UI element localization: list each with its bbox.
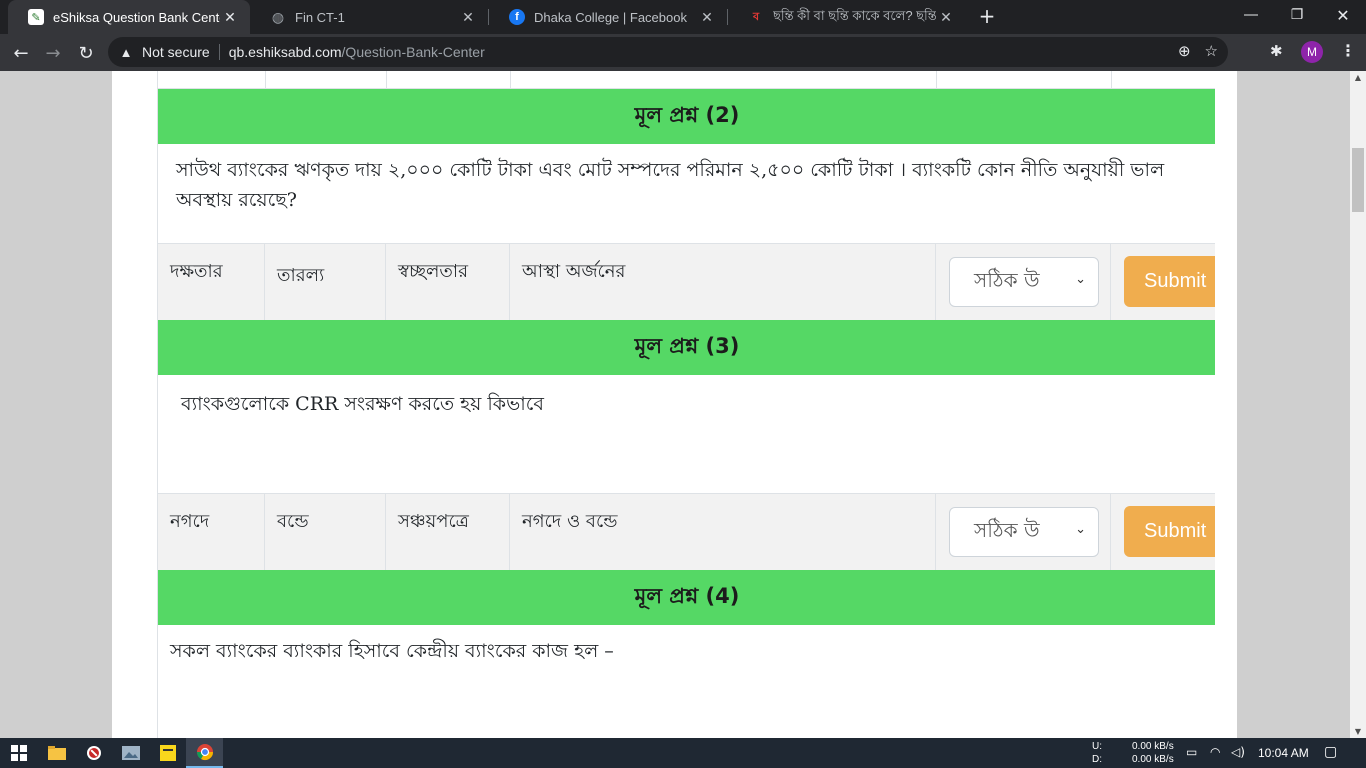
photos-icon[interactable] xyxy=(112,738,149,768)
zoom-icon[interactable]: ⊕ xyxy=(1178,42,1191,60)
option-cell[interactable]: আস্থা অর্জনের xyxy=(510,244,936,320)
minimize-button[interactable]: ― xyxy=(1228,0,1274,30)
answer-select[interactable]: সঠিক উ ⌄ xyxy=(949,507,1099,557)
notification-icon[interactable]: ▢ xyxy=(1324,744,1337,760)
menu-icon[interactable]: ⋮ xyxy=(1340,41,1356,60)
tab-article[interactable]: ব ছন্তি কী বা ছন্তি কাকে বলে? ছন্তির ✕ xyxy=(728,0,966,34)
network-speed-values: 0.00 kB/s 0.00 kB/s xyxy=(1132,740,1174,766)
vertical-scrollbar[interactable]: ▲ ▼ xyxy=(1350,71,1366,738)
tab-strip: ✎ eShiksa Question Bank Center ✕ ◍ Fin C… xyxy=(0,0,1366,34)
extensions-icon[interactable]: ✱ xyxy=(1270,42,1283,60)
browser-toolbar: ← → ↻ ▲ Not secure qb.eshiksabd.com /Que… xyxy=(0,34,1366,71)
chrome-icon[interactable] xyxy=(186,738,223,768)
question-heading: মূল প্রশ্ন (4) xyxy=(158,570,1215,625)
globe-icon: ◍ xyxy=(271,8,285,25)
tab-eshiksa[interactable]: ✎ eShiksa Question Bank Center ✕ xyxy=(8,0,250,34)
back-button[interactable]: ← xyxy=(8,40,34,66)
windows-taskbar: U: D: 0.00 kB/s 0.00 kB/s ▭ ◠ ◁) 10:04 A… xyxy=(0,738,1366,768)
sticky-notes-icon[interactable] xyxy=(149,738,186,768)
warning-icon[interactable]: ▲ xyxy=(118,44,134,60)
option-cell[interactable]: তারল্য xyxy=(265,244,386,320)
reload-button[interactable]: ↻ xyxy=(73,40,99,66)
net-up-value: 0.00 kB/s xyxy=(1132,741,1174,752)
file-explorer-icon[interactable] xyxy=(38,738,75,768)
question-heading: মূল প্রশ্ন (2) xyxy=(158,89,1215,144)
question-heading: মূল প্রশ্ন (3) xyxy=(158,320,1215,375)
restore-button[interactable]: ❐ xyxy=(1274,0,1320,30)
answer-select-value: সঠিক উ xyxy=(974,517,1040,542)
previous-row-remnant xyxy=(158,71,1215,89)
eshiksa-icon: ✎ xyxy=(28,9,44,25)
close-icon[interactable]: ✕ xyxy=(697,9,717,26)
app-icon[interactable] xyxy=(75,738,112,768)
page-viewport: মূল প্রশ্ন (2) সাউথ ব্যাংকের ঋণকৃত দায় … xyxy=(0,71,1350,738)
net-up-label: U: xyxy=(1092,741,1102,752)
answer-select[interactable]: সঠিক উ ⌄ xyxy=(949,257,1099,307)
facebook-icon: f xyxy=(509,9,525,25)
close-icon[interactable]: ✕ xyxy=(220,9,240,26)
option-cell[interactable]: বন্ডে xyxy=(265,494,386,570)
answer-select-value: সঠিক উ xyxy=(974,267,1040,292)
scrollbar-thumb[interactable] xyxy=(1352,148,1364,212)
profile-avatar[interactable]: M xyxy=(1301,41,1323,63)
tab-dhaka-college[interactable]: f Dhaka College | Facebook ✕ xyxy=(489,0,727,34)
question-table: মূল প্রশ্ন (2) সাউথ ব্যাংকের ঋণকৃত দায় … xyxy=(157,71,1215,738)
wifi-icon[interactable]: ◠ xyxy=(1210,745,1220,759)
scroll-up-arrow-icon[interactable]: ▲ xyxy=(1350,73,1366,82)
site-icon: ব xyxy=(752,10,760,23)
option-cell[interactable]: নগদে ও বন্ডে xyxy=(510,494,936,570)
taskbar-clock[interactable]: 10:04 AM xyxy=(1258,746,1309,760)
bookmark-star-icon[interactable]: ☆ xyxy=(1205,42,1218,60)
security-label[interactable]: Not secure xyxy=(142,44,210,60)
tab-title: eShiksa Question Bank Center xyxy=(53,9,220,25)
volume-icon[interactable]: ◁) xyxy=(1231,745,1245,759)
submit-button[interactable]: Submit xyxy=(1124,506,1215,557)
close-icon[interactable]: ✕ xyxy=(936,9,956,26)
address-bar[interactable]: ▲ Not secure qb.eshiksabd.com /Question-… xyxy=(108,37,1228,67)
submit-button[interactable]: Submit xyxy=(1124,256,1215,307)
option-cell[interactable]: সঞ্চয়পত্রে xyxy=(386,494,510,570)
net-down-label: D: xyxy=(1092,754,1102,765)
network-speed-labels: U: D: xyxy=(1092,740,1102,766)
question-text: ব্যাংকগুলোকে CRR সংরক্ষণ করতে হয় কিভাবে xyxy=(181,393,544,415)
tab-title: ছন্তি কী বা ছন্তি কাকে বলে? ছন্তির xyxy=(773,7,936,23)
question-text: সকল ব্যাংকের ব্যাংকার হিসাবে কেন্দ্রীয় … xyxy=(170,640,614,662)
close-icon[interactable]: ✕ xyxy=(458,9,478,26)
options-row: দক্ষতার তারল্য স্বচ্ছলতার আস্থা অর্জনের … xyxy=(158,243,1215,320)
chevron-down-icon: ⌄ xyxy=(1075,272,1086,287)
options-row: নগদে বন্ডে সঞ্চয়পত্রে নগদে ও বন্ডে সঠিক… xyxy=(158,493,1215,570)
scroll-down-arrow-icon[interactable]: ▼ xyxy=(1350,727,1366,736)
windows-start-icon[interactable] xyxy=(0,738,38,768)
new-tab-button[interactable]: + xyxy=(976,5,998,27)
option-cell[interactable]: স্বচ্ছলতার xyxy=(386,244,510,320)
close-window-button[interactable]: ✕ xyxy=(1320,0,1366,30)
forward-button[interactable]: → xyxy=(40,40,66,66)
question-text: সাউথ ব্যাংকের ঋণকৃত দায় ২,০০০ কোটি টাকা… xyxy=(176,159,1165,211)
url-host[interactable]: qb.eshiksabd.com xyxy=(229,44,342,60)
net-down-value: 0.00 kB/s xyxy=(1132,754,1174,765)
divider xyxy=(218,44,220,60)
url-path[interactable]: /Question-Bank-Center xyxy=(342,44,485,60)
option-cell[interactable]: নগদে xyxy=(158,494,265,570)
chevron-down-icon: ⌄ xyxy=(1075,522,1086,537)
battery-icon[interactable]: ▭ xyxy=(1186,745,1197,759)
tab-title: Fin CT-1 xyxy=(295,9,345,25)
tab-fin-ct1[interactable]: ◍ Fin CT-1 ✕ xyxy=(250,0,488,34)
option-cell[interactable]: দক্ষতার xyxy=(158,244,265,320)
tab-title: Dhaka College | Facebook xyxy=(534,9,687,25)
